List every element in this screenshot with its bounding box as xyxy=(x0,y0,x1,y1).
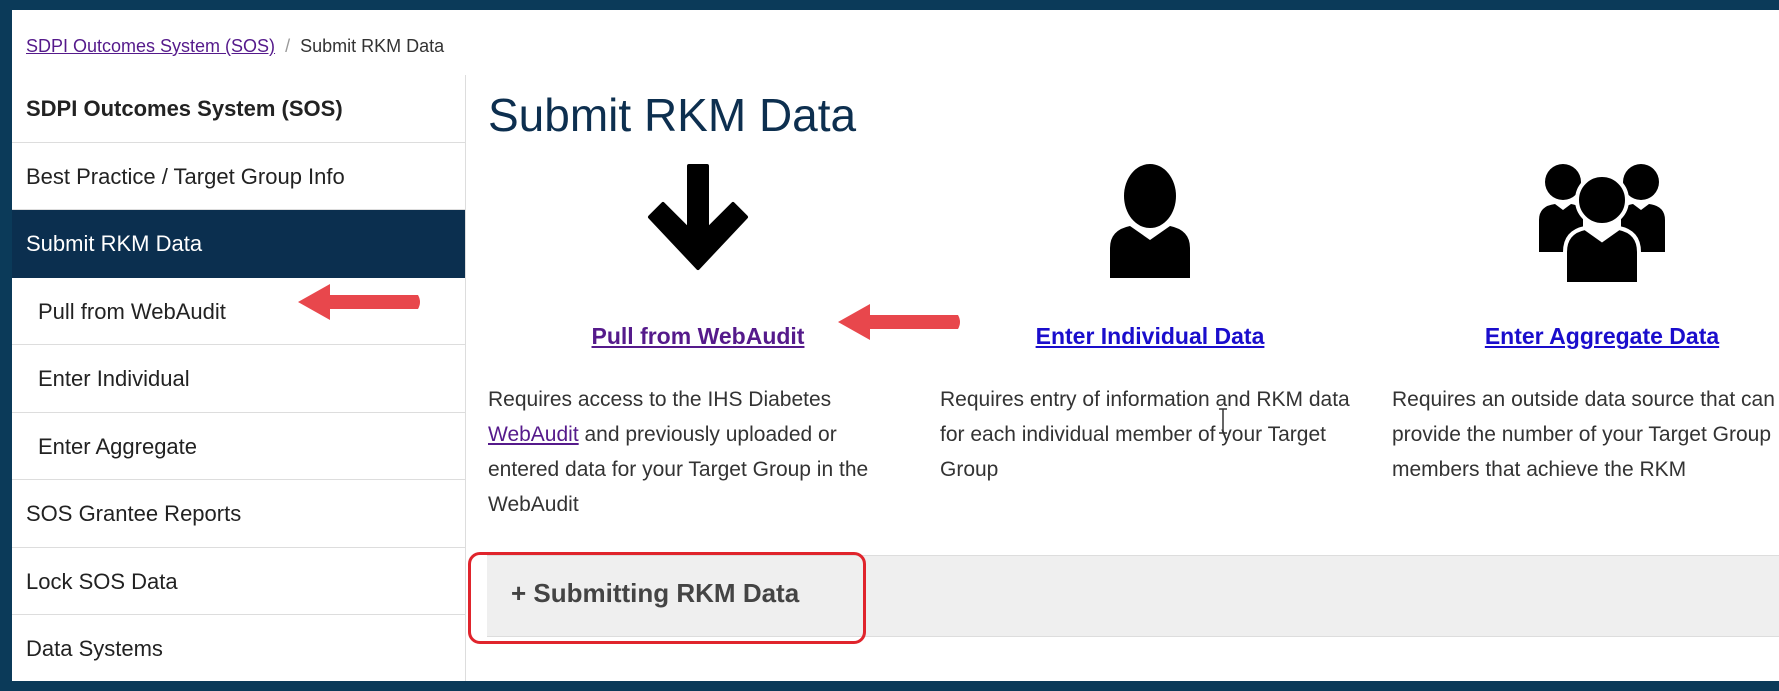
sidebar: SDPI Outcomes System (SOS) Best Practice… xyxy=(12,75,466,681)
breadcrumb-separator: / xyxy=(285,36,291,56)
sidebar-item-lock-sos-data[interactable]: Lock SOS Data xyxy=(12,548,465,615)
breadcrumb-current: Submit RKM Data xyxy=(300,36,445,56)
breadcrumb-home-link[interactable]: SDPI Outcomes System (SOS) xyxy=(26,36,275,56)
user-icon xyxy=(940,160,1360,278)
annotation-arrow-icon xyxy=(298,284,420,320)
annotation-arrow-icon xyxy=(838,304,960,340)
annotation-highlight-box xyxy=(468,552,866,644)
enter-individual-data-description: Requires entry of information and RKM da… xyxy=(940,388,1350,481)
enter-individual-data-link[interactable]: Enter Individual Data xyxy=(940,323,1360,350)
sidebar-item-sos-grantee-reports[interactable]: SOS Grantee Reports xyxy=(12,480,465,548)
sidebar-item-enter-individual[interactable]: Enter Individual xyxy=(12,345,465,413)
page: SDPI Outcomes System (SOS) / Submit RKM Da… xyxy=(12,10,1779,681)
pull-from-webaudit-description: Requires access to the IHS Diabetes WebA… xyxy=(488,382,908,522)
sidebar-item-enter-aggregate[interactable]: Enter Aggregate xyxy=(12,413,465,480)
desc-text-start: Requires access to the IHS Diabetes xyxy=(488,388,832,411)
breadcrumb: SDPI Outcomes System (SOS) / Submit RKM Da… xyxy=(26,36,444,57)
users-group-icon xyxy=(1392,160,1779,284)
enter-aggregate-data-description: Requires an outside data source that can… xyxy=(1392,388,1775,481)
sidebar-item-sos-home[interactable]: SDPI Outcomes System (SOS) xyxy=(12,75,465,143)
arrow-down-icon xyxy=(488,160,908,278)
enter-aggregate-data-link[interactable]: Enter Aggregate Data xyxy=(1392,323,1779,350)
webaudit-link[interactable]: WebAudit xyxy=(488,423,579,446)
sidebar-item-submit-rkm-data[interactable]: Submit RKM Data xyxy=(12,210,465,278)
text-cursor-icon xyxy=(1219,408,1227,434)
sidebar-item-data-systems[interactable]: Data Systems xyxy=(12,615,465,681)
page-title: Submit RKM Data xyxy=(488,89,857,141)
sidebar-item-best-practice[interactable]: Best Practice / Target Group Info xyxy=(12,143,465,210)
